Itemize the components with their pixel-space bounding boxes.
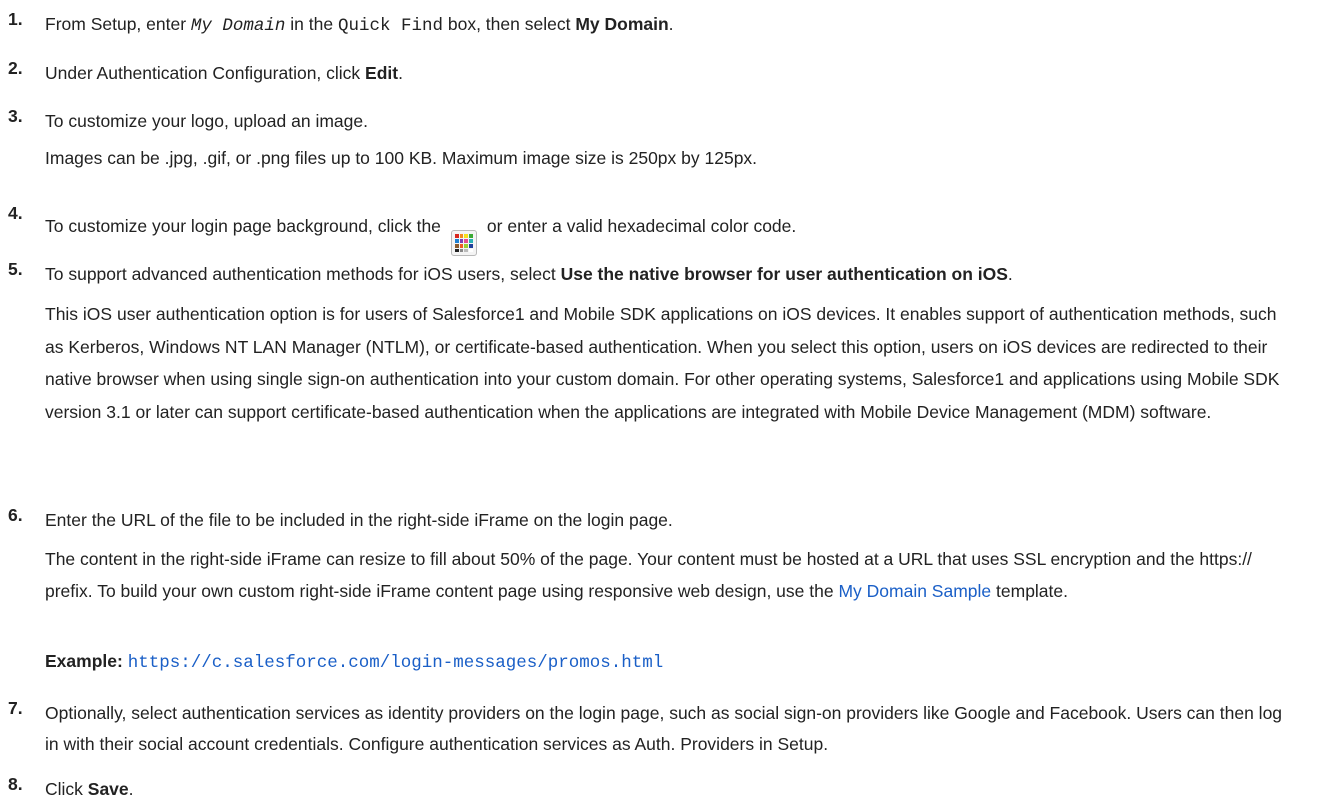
my-domain-menu-label: My Domain bbox=[575, 14, 669, 34]
native-browser-option-label: Use the native browser for user authenti… bbox=[560, 264, 1008, 284]
quick-find-box-label: Quick Find bbox=[337, 16, 443, 36]
step-number: 5. bbox=[8, 259, 23, 279]
color-swatch bbox=[459, 239, 464, 243]
color-swatch bbox=[454, 234, 459, 238]
example-line: Example: https://c.salesforce.com/login-… bbox=[45, 646, 1296, 678]
edit-button-label: Edit bbox=[365, 63, 399, 83]
step-text: Click Save. bbox=[45, 779, 134, 799]
color-swatch bbox=[459, 243, 464, 248]
step-number: 6. bbox=[8, 505, 23, 525]
color-swatch bbox=[459, 248, 464, 253]
color-swatch bbox=[469, 248, 473, 253]
color-swatch bbox=[469, 243, 473, 248]
step-text: To customize your logo, upload an image. bbox=[45, 111, 368, 131]
color-swatch bbox=[469, 234, 473, 238]
step-number: 8. bbox=[8, 774, 23, 794]
quick-find-term: My Domain bbox=[190, 16, 286, 36]
step-text: To support advanced authentication metho… bbox=[45, 264, 1013, 284]
color-swatch bbox=[454, 248, 459, 253]
step-note: The content in the right-side iFrame can… bbox=[45, 549, 1252, 601]
step-number: 2. bbox=[8, 58, 23, 78]
color-swatch bbox=[459, 234, 464, 238]
color-swatch bbox=[464, 239, 469, 243]
color-swatch bbox=[464, 243, 469, 248]
color-swatch bbox=[454, 243, 459, 248]
step-text: Optionally, select authentication servic… bbox=[45, 703, 1283, 754]
my-domain-sample-link[interactable]: My Domain Sample bbox=[838, 581, 991, 601]
color-swatch bbox=[469, 239, 473, 243]
example-url: https://c.salesforce.com/login-messages/… bbox=[127, 653, 664, 673]
color-picker-icon bbox=[450, 230, 477, 257]
save-button-label: Save bbox=[87, 779, 129, 799]
color-swatch bbox=[464, 248, 469, 253]
color-swatch bbox=[454, 239, 459, 243]
step-note: Images can be .jpg, .gif, or .png files … bbox=[45, 148, 758, 168]
step-text: To customize your login page background,… bbox=[45, 211, 1296, 257]
color-swatch bbox=[464, 234, 469, 238]
step-number: 4. bbox=[8, 203, 23, 223]
step-text: Under Authentication Configuration, clic… bbox=[45, 63, 403, 83]
step-number: 7. bbox=[8, 698, 23, 718]
example-label: Example: bbox=[45, 651, 123, 671]
step-text: From Setup, enter My Domain in the Quick… bbox=[45, 14, 674, 36]
step-text: Enter the URL of the file to be included… bbox=[45, 510, 673, 530]
step-number: 1. bbox=[8, 9, 23, 29]
step-note: This iOS user authentication option is f… bbox=[45, 304, 1280, 422]
step-number: 3. bbox=[8, 106, 23, 126]
